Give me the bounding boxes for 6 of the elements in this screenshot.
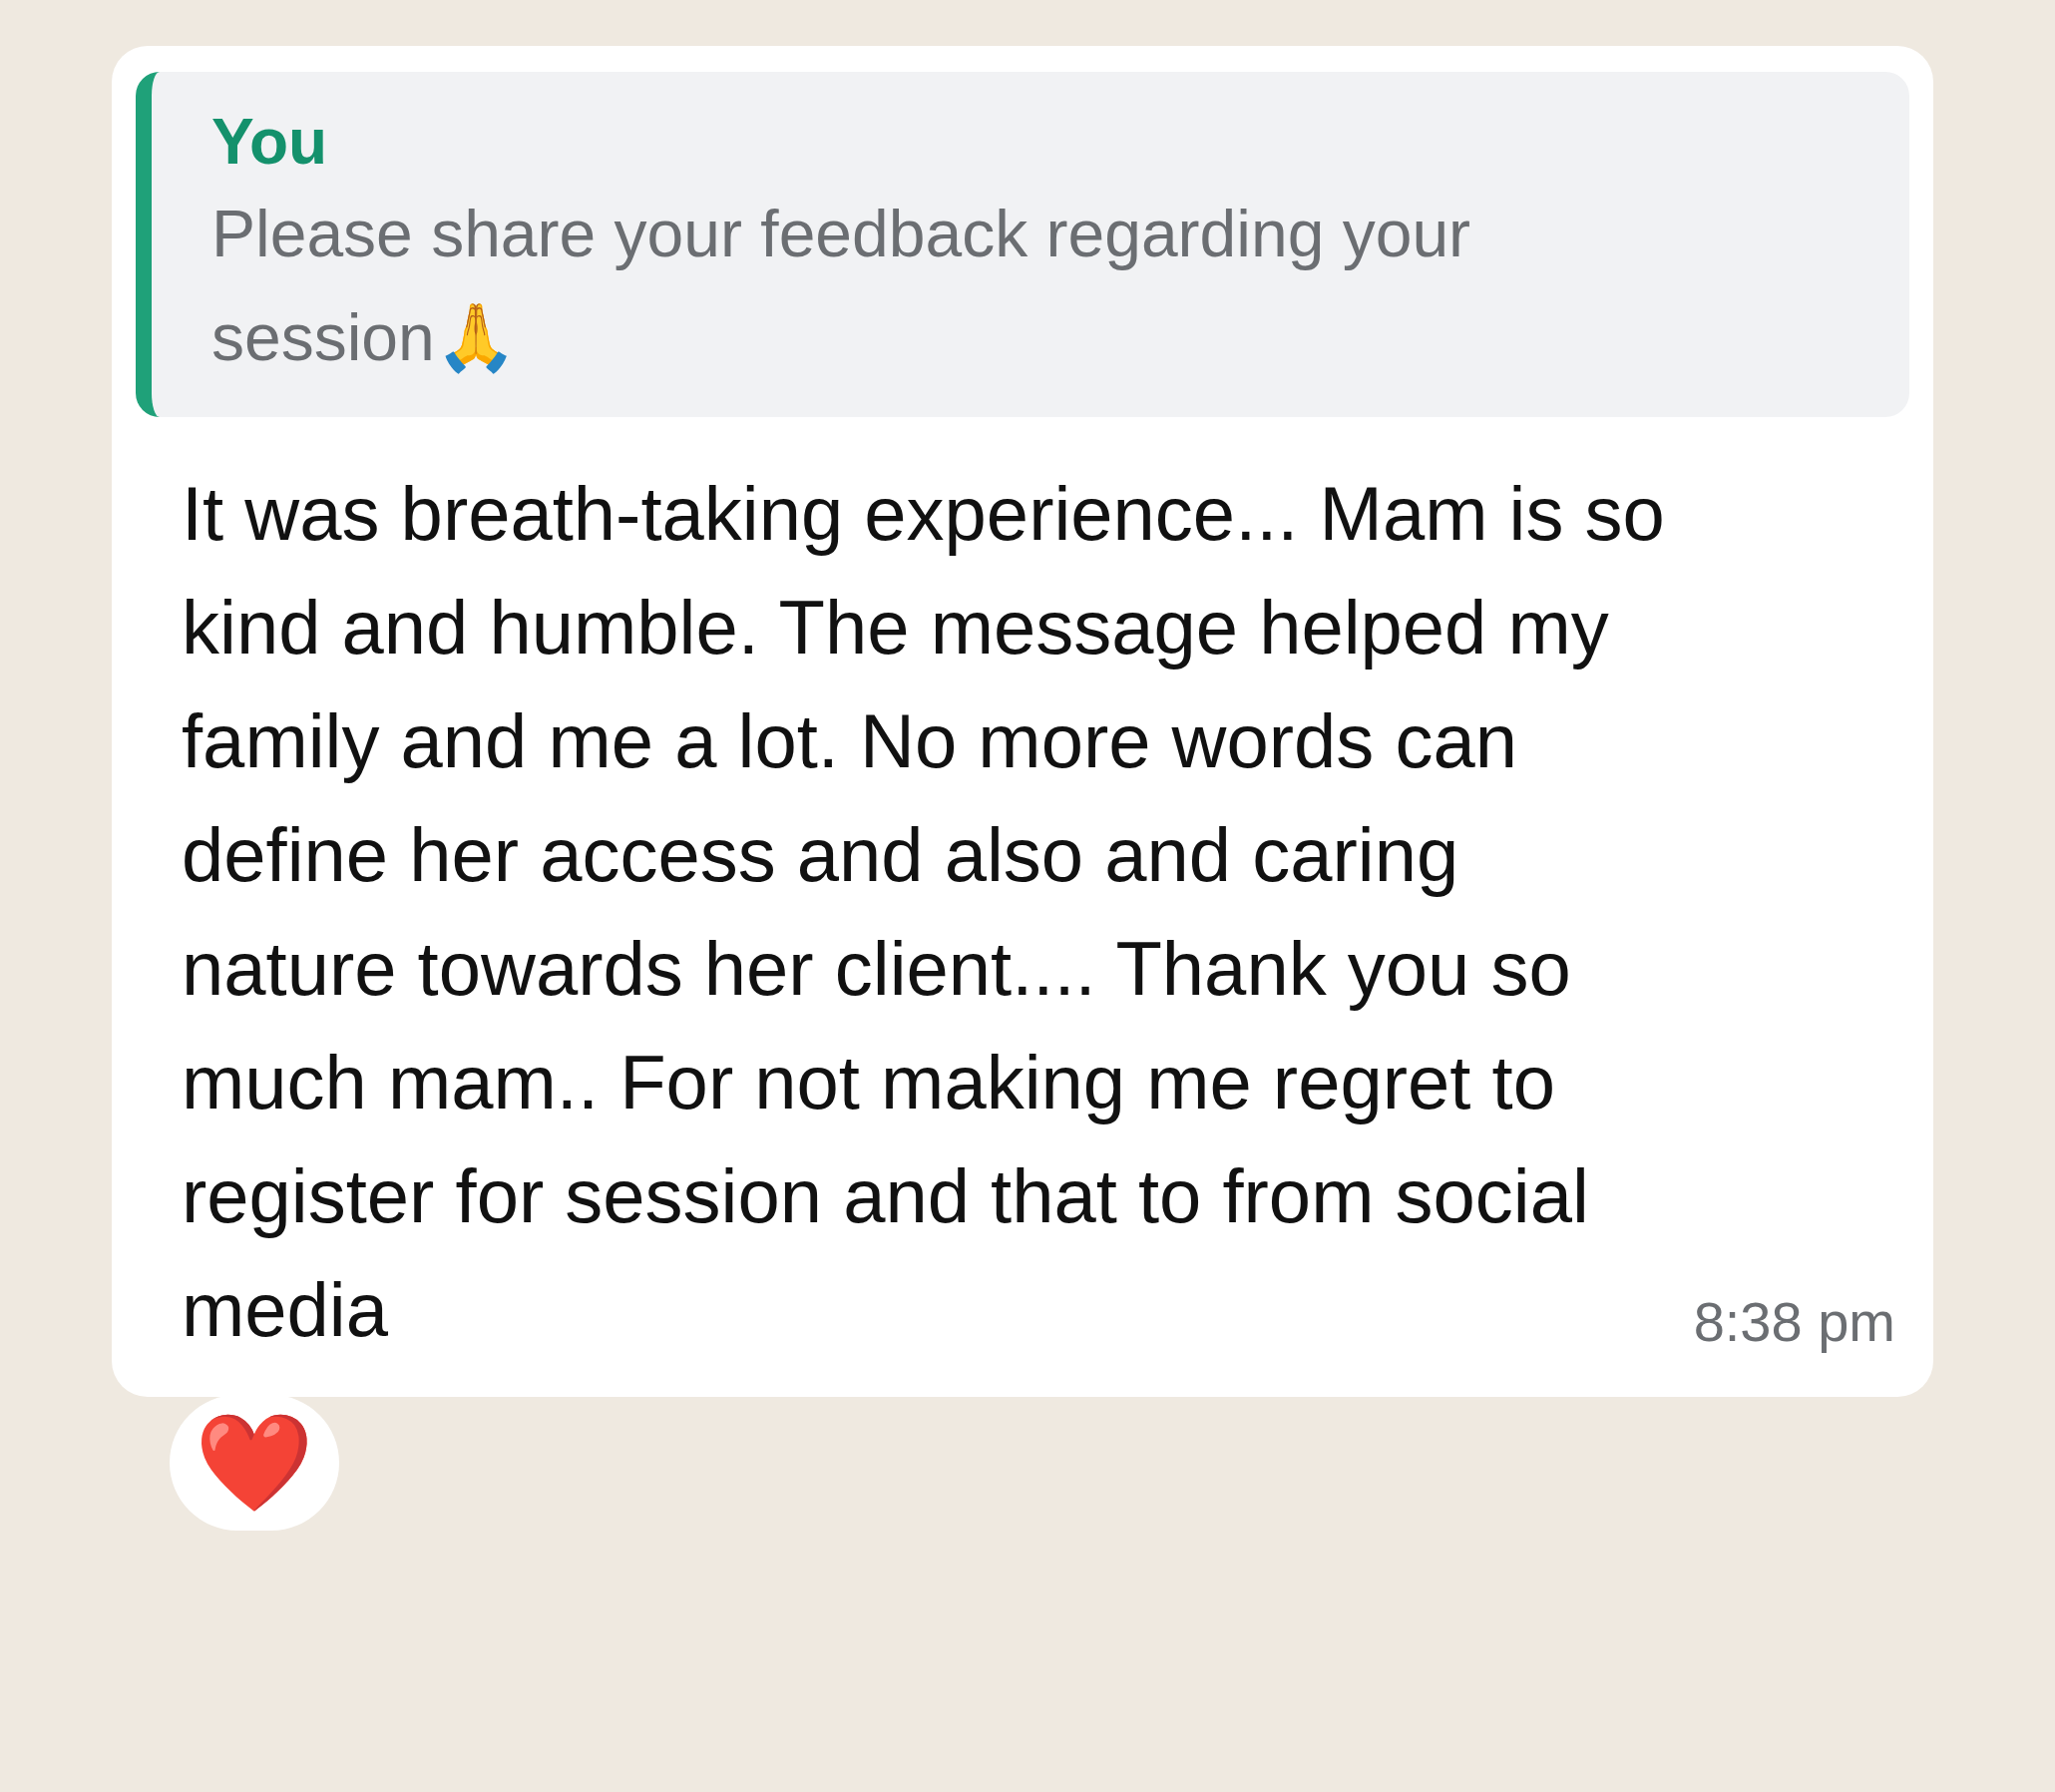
message-time: 8:38 pm [1693,1289,1895,1355]
quoted-message[interactable]: You Please share your feedback regarding your session🙏 [136,72,1909,417]
quoted-text: Please share your feedback regarding your session🙏 [211,196,1472,376]
quoted-author: You [211,105,329,180]
message-text: It was breath-taking experience... Mam is so kind and humble. The message helped my family and me a lot. No more words can define her access and also and caring nature towards her client.... Thank you so much mam.. For not making me regret to register for session and that to from social media [182,470,1666,1354]
reaction-badge[interactable]: ❤ [170,1395,339,1531]
